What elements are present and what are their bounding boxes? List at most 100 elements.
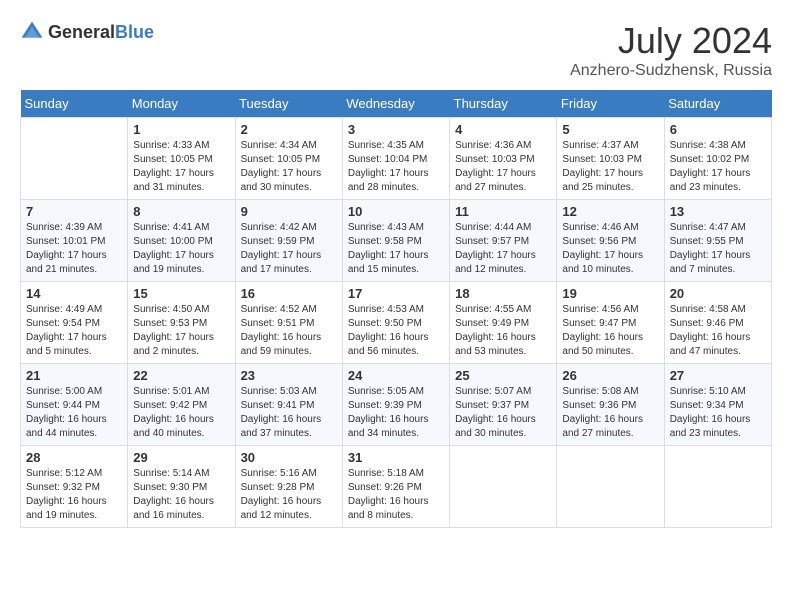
- cell-daylight-info: Sunrise: 4:55 AM Sunset: 9:49 PM Dayligh…: [455, 303, 551, 359]
- day-number: 31: [348, 450, 444, 465]
- cell-daylight-info: Sunrise: 4:37 AM Sunset: 10:03 PM Daylig…: [562, 139, 658, 195]
- calendar-cell: 7Sunrise: 4:39 AM Sunset: 10:01 PM Dayli…: [21, 200, 128, 282]
- calendar-cell: 12 Sunrise: 4:46 AM Sunset: 9:56 PM Dayli…: [557, 200, 664, 282]
- calendar-cell: [21, 118, 128, 200]
- calendar-cell: 2 Sunrise: 4:34 AM Sunset: 10:05 PM Dayli…: [235, 118, 342, 200]
- cell-daylight-info: Sunrise: 4:36 AM Sunset: 10:03 PM Daylig…: [455, 139, 551, 195]
- cell-daylight-info: Sunrise: 4:43 AM Sunset: 9:58 PM Dayligh…: [348, 221, 444, 277]
- day-number: 30: [241, 450, 337, 465]
- calendar-cell: 28 Sunrise: 5:12 AM Sunset: 9:32 PM Dayli…: [21, 446, 128, 528]
- location-subtitle: Anzhero-Sudzhensk, Russia: [570, 62, 772, 80]
- day-number: 22: [133, 368, 229, 383]
- day-number: 17: [348, 286, 444, 301]
- day-number: 14: [26, 286, 122, 301]
- title-area: July 2024 Anzhero-Sudzhensk, Russia: [570, 20, 772, 80]
- calendar-cell: 23 Sunrise: 5:03 AM Sunset: 9:41 PM Dayli…: [235, 364, 342, 446]
- calendar-cell: 3Sunrise: 4:35 AM Sunset: 10:04 PM Dayli…: [342, 118, 449, 200]
- calendar-week-row: 14 Sunrise: 4:49 AM Sunset: 9:54 PM Dayli…: [21, 282, 772, 364]
- calendar-cell: 4 Sunrise: 4:36 AM Sunset: 10:03 PM Dayli…: [450, 118, 557, 200]
- cell-daylight-info: Sunrise: 4:47 AM Sunset: 9:55 PM Dayligh…: [670, 221, 766, 277]
- cell-daylight-info: Sunrise: 4:56 AM Sunset: 9:47 PM Dayligh…: [562, 303, 658, 359]
- cell-daylight-info: Sunrise: 5:05 AM Sunset: 9:39 PM Dayligh…: [348, 385, 444, 441]
- day-number: 27: [670, 368, 766, 383]
- cell-daylight-info: Sunrise: 5:16 AM Sunset: 9:28 PM Dayligh…: [241, 467, 337, 523]
- calendar-table: SundayMondayTuesdayWednesdayThursdayFrid…: [20, 90, 772, 528]
- calendar-week-row: 28 Sunrise: 5:12 AM Sunset: 9:32 PM Dayli…: [21, 446, 772, 528]
- calendar-cell: 30 Sunrise: 5:16 AM Sunset: 9:28 PM Dayli…: [235, 446, 342, 528]
- cell-daylight-info: Sunrise: 4:46 AM Sunset: 9:56 PM Dayligh…: [562, 221, 658, 277]
- day-number: 4: [455, 122, 551, 137]
- calendar-cell: 21 Sunrise: 5:00 AM Sunset: 9:44 PM Dayli…: [21, 364, 128, 446]
- day-of-week-header: Sunday: [21, 90, 128, 118]
- cell-daylight-info: Sunrise: 5:12 AM Sunset: 9:32 PM Dayligh…: [26, 467, 122, 523]
- day-number: 29: [133, 450, 229, 465]
- day-of-week-header: Wednesday: [342, 90, 449, 118]
- cell-daylight-info: Sunrise: 5:18 AM Sunset: 9:26 PM Dayligh…: [348, 467, 444, 523]
- day-number: 23: [241, 368, 337, 383]
- day-number: 16: [241, 286, 337, 301]
- calendar-cell: 27 Sunrise: 5:10 AM Sunset: 9:34 PM Dayli…: [664, 364, 771, 446]
- calendar-cell: [664, 446, 771, 528]
- calendar-cell: 22 Sunrise: 5:01 AM Sunset: 9:42 PM Dayli…: [128, 364, 235, 446]
- cell-daylight-info: Sunrise: 5:03 AM Sunset: 9:41 PM Dayligh…: [241, 385, 337, 441]
- cell-daylight-info: Sunrise: 5:07 AM Sunset: 9:37 PM Dayligh…: [455, 385, 551, 441]
- cell-daylight-info: Sunrise: 4:49 AM Sunset: 9:54 PM Dayligh…: [26, 303, 122, 359]
- day-number: 21: [26, 368, 122, 383]
- day-number: 18: [455, 286, 551, 301]
- day-number: 2: [241, 122, 337, 137]
- cell-daylight-info: Sunrise: 5:00 AM Sunset: 9:44 PM Dayligh…: [26, 385, 122, 441]
- day-of-week-header: Tuesday: [235, 90, 342, 118]
- calendar-cell: 13 Sunrise: 4:47 AM Sunset: 9:55 PM Dayli…: [664, 200, 771, 282]
- month-year-title: July 2024: [570, 20, 772, 62]
- calendar-cell: 26Sunrise: 5:08 AM Sunset: 9:36 PM Dayli…: [557, 364, 664, 446]
- day-number: 25: [455, 368, 551, 383]
- cell-daylight-info: Sunrise: 4:58 AM Sunset: 9:46 PM Dayligh…: [670, 303, 766, 359]
- calendar-cell: 1 Sunrise: 4:33 AM Sunset: 10:05 PM Dayli…: [128, 118, 235, 200]
- calendar-cell: 17 Sunrise: 4:53 AM Sunset: 9:50 PM Dayli…: [342, 282, 449, 364]
- cell-daylight-info: Sunrise: 4:33 AM Sunset: 10:05 PM Daylig…: [133, 139, 229, 195]
- calendar-cell: 6 Sunrise: 4:38 AM Sunset: 10:02 PM Dayli…: [664, 118, 771, 200]
- day-number: 1: [133, 122, 229, 137]
- day-number: 28: [26, 450, 122, 465]
- cell-daylight-info: Sunrise: 5:08 AM Sunset: 9:36 PM Dayligh…: [562, 385, 658, 441]
- day-number: 12: [562, 204, 658, 219]
- day-number: 9: [241, 204, 337, 219]
- cell-daylight-info: Sunrise: 4:39 AM Sunset: 10:01 PM Daylig…: [26, 221, 122, 277]
- calendar-cell: 16Sunrise: 4:52 AM Sunset: 9:51 PM Dayli…: [235, 282, 342, 364]
- day-number: 10: [348, 204, 444, 219]
- cell-daylight-info: Sunrise: 5:01 AM Sunset: 9:42 PM Dayligh…: [133, 385, 229, 441]
- calendar-cell: 5 Sunrise: 4:37 AM Sunset: 10:03 PM Dayli…: [557, 118, 664, 200]
- day-number: 20: [670, 286, 766, 301]
- cell-daylight-info: Sunrise: 4:44 AM Sunset: 9:57 PM Dayligh…: [455, 221, 551, 277]
- day-number: 11: [455, 204, 551, 219]
- calendar-cell: 18 Sunrise: 4:55 AM Sunset: 9:49 PM Dayli…: [450, 282, 557, 364]
- day-number: 19: [562, 286, 658, 301]
- cell-daylight-info: Sunrise: 4:53 AM Sunset: 9:50 PM Dayligh…: [348, 303, 444, 359]
- calendar-week-row: 7Sunrise: 4:39 AM Sunset: 10:01 PM Dayli…: [21, 200, 772, 282]
- calendar-header-row: SundayMondayTuesdayWednesdayThursdayFrid…: [21, 90, 772, 118]
- calendar-cell: 10 Sunrise: 4:43 AM Sunset: 9:58 PM Dayli…: [342, 200, 449, 282]
- day-number: 3: [348, 122, 444, 137]
- calendar-cell: 19 Sunrise: 4:56 AM Sunset: 9:47 PM Dayli…: [557, 282, 664, 364]
- cell-daylight-info: Sunrise: 4:42 AM Sunset: 9:59 PM Dayligh…: [241, 221, 337, 277]
- day-number: 24: [348, 368, 444, 383]
- day-number: 6: [670, 122, 766, 137]
- cell-daylight-info: Sunrise: 4:38 AM Sunset: 10:02 PM Daylig…: [670, 139, 766, 195]
- day-of-week-header: Thursday: [450, 90, 557, 118]
- day-of-week-header: Friday: [557, 90, 664, 118]
- calendar-week-row: 1 Sunrise: 4:33 AM Sunset: 10:05 PM Dayli…: [21, 118, 772, 200]
- calendar-week-row: 21 Sunrise: 5:00 AM Sunset: 9:44 PM Dayli…: [21, 364, 772, 446]
- cell-daylight-info: Sunrise: 4:34 AM Sunset: 10:05 PM Daylig…: [241, 139, 337, 195]
- logo-icon: [20, 20, 44, 44]
- cell-daylight-info: Sunrise: 5:10 AM Sunset: 9:34 PM Dayligh…: [670, 385, 766, 441]
- calendar-cell: 11 Sunrise: 4:44 AM Sunset: 9:57 PM Dayli…: [450, 200, 557, 282]
- day-of-week-header: Saturday: [664, 90, 771, 118]
- day-of-week-header: Monday: [128, 90, 235, 118]
- calendar-cell: 29Sunrise: 5:14 AM Sunset: 9:30 PM Dayli…: [128, 446, 235, 528]
- header: GeneralBlue July 2024 Anzhero-Sudzhensk,…: [20, 20, 772, 80]
- cell-daylight-info: Sunrise: 4:50 AM Sunset: 9:53 PM Dayligh…: [133, 303, 229, 359]
- day-number: 5: [562, 122, 658, 137]
- day-number: 13: [670, 204, 766, 219]
- calendar-cell: [450, 446, 557, 528]
- logo: GeneralBlue: [20, 20, 154, 44]
